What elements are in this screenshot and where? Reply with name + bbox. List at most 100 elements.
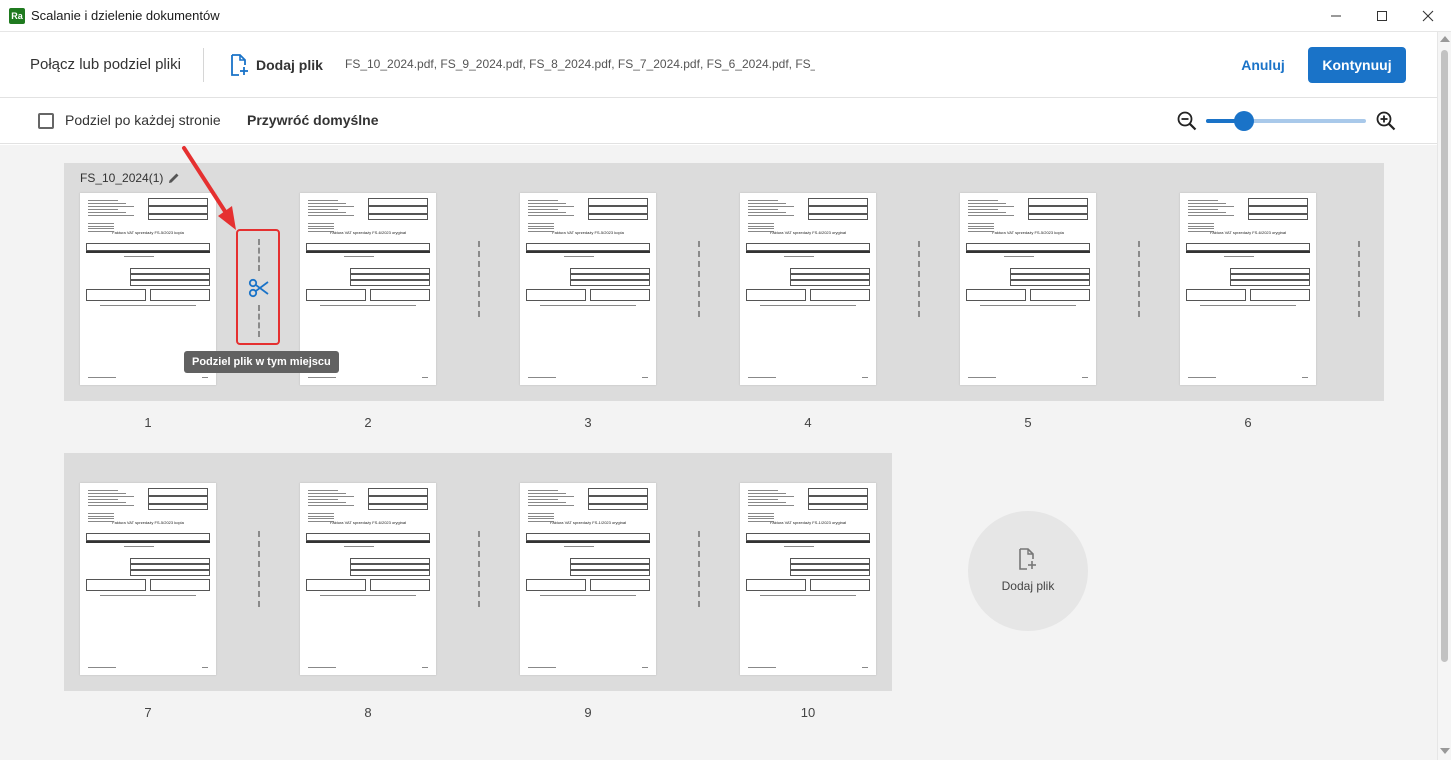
split-here-cutter[interactable] xyxy=(236,229,280,345)
page-number: 8 xyxy=(364,705,372,720)
thumbnail-detail xyxy=(308,228,334,229)
split-point[interactable] xyxy=(1358,241,1360,317)
thumbnail-detail xyxy=(88,499,118,500)
page-thumbnail[interactable]: Faktura VAT sprzedaży FS-6/2023 oryginał xyxy=(1180,193,1316,385)
thumbnail-detail xyxy=(528,513,554,514)
continue-button[interactable]: Kontynuuj xyxy=(1308,47,1406,83)
thumbnail-detail xyxy=(528,203,566,204)
thumbnail-detail xyxy=(810,289,870,301)
split-point[interactable] xyxy=(698,531,700,607)
split-line-top xyxy=(258,239,260,271)
page-thumbnail[interactable]: Faktura VAT sprzedaży FS-5/2023 kopia xyxy=(520,193,656,385)
thumbnail-detail xyxy=(1188,215,1234,216)
split-point[interactable] xyxy=(478,531,480,607)
window-title: Scalanie i dzielenie dokumentów xyxy=(31,8,220,23)
zoom-slider[interactable] xyxy=(1206,111,1366,131)
thumbnail-detail xyxy=(88,667,116,668)
thumbnail-detail xyxy=(968,215,1014,216)
thumbnail-detail xyxy=(202,377,208,378)
thumbnail-detail xyxy=(88,496,134,497)
thumbnail-detail xyxy=(1030,289,1090,301)
thumbnail-detail xyxy=(88,209,118,210)
thumbnail-detail xyxy=(88,493,126,494)
split-point[interactable] xyxy=(1138,241,1140,317)
thumbnail-detail xyxy=(150,579,210,591)
scroll-down-arrow-icon[interactable] xyxy=(1440,748,1450,754)
thumbnail-detail xyxy=(748,490,778,491)
thumbnail-detail xyxy=(748,206,794,207)
zoom-slider-thumb[interactable] xyxy=(1234,111,1254,131)
page-number: 4 xyxy=(804,415,812,430)
split-point[interactable] xyxy=(258,531,260,607)
thumbnail-detail xyxy=(528,230,554,232)
reset-defaults-button[interactable]: Przywróć domyślne xyxy=(247,112,379,128)
thumbnail-detail xyxy=(528,215,574,216)
cancel-button[interactable]: Anuluj xyxy=(1234,48,1292,82)
thumbnail-detail xyxy=(100,595,196,596)
page-thumbnail[interactable]: Faktura VAT sprzedaży FS-6/2023 oryginał xyxy=(300,483,436,675)
thumbnail-detail xyxy=(968,225,994,227)
page-thumbnail[interactable]: Faktura VAT sprzedaży FS-1/2023 oryginał xyxy=(740,483,876,675)
thumbnail-detail xyxy=(528,518,554,519)
add-file-button[interactable]: Dodaj plik xyxy=(229,52,323,78)
thumbnail-detail xyxy=(968,203,1006,204)
vertical-scrollbar[interactable] xyxy=(1437,32,1451,760)
thumbnail-detail xyxy=(748,513,774,514)
page-thumbnail[interactable]: Faktura VAT sprzedaży FS-6/2023 oryginał xyxy=(740,193,876,385)
thumbnail-detail xyxy=(148,504,208,510)
thumbnail-detail xyxy=(748,225,774,227)
maximize-button[interactable] xyxy=(1359,0,1405,32)
page-thumbnail[interactable]: Faktura VAT sprzedaży FS-5/2023 kopia xyxy=(960,193,1096,385)
zoom-out-icon[interactable] xyxy=(1176,110,1198,132)
thumbnail-detail xyxy=(748,502,786,503)
thumbnail-detail xyxy=(540,595,636,596)
split-point[interactable] xyxy=(918,241,920,317)
page-number: 9 xyxy=(584,705,592,720)
dialog-header: Połącz lub podziel pliki Dodaj plik FS_1… xyxy=(0,32,1437,98)
scrollbar-thumb[interactable] xyxy=(1441,50,1448,662)
thumbnail-detail xyxy=(1224,256,1254,257)
thumbnail-detail xyxy=(748,209,778,210)
thumbnail-detail xyxy=(528,206,574,207)
close-button[interactable] xyxy=(1405,0,1451,32)
thumbnail-detail xyxy=(88,513,114,514)
page-thumbnail[interactable]: Faktura VAT sprzedaży FS-1/2023 oryginał xyxy=(520,483,656,675)
split-point[interactable] xyxy=(478,241,480,317)
app-logo-icon: Ra xyxy=(9,8,25,24)
thumbnail-detail xyxy=(88,228,114,229)
thumbnail-detail xyxy=(88,203,126,204)
thumbnail-detail xyxy=(564,256,594,257)
thumbnail-detail xyxy=(528,493,566,494)
split-each-page-checkbox[interactable] xyxy=(38,113,54,129)
zoom-in-icon[interactable] xyxy=(1375,110,1397,132)
thumbnail-detail xyxy=(748,499,778,500)
minimize-button[interactable] xyxy=(1313,0,1359,32)
split-each-page-label[interactable]: Podziel po każdej stronie xyxy=(65,112,221,128)
thumbnail-detail xyxy=(968,228,994,229)
thumbnail-detail xyxy=(308,499,338,500)
thumbnail-detail xyxy=(966,289,1026,301)
thumbnail-detail xyxy=(1248,198,1308,206)
thumbnail-detail xyxy=(86,289,146,301)
split-point[interactable] xyxy=(698,241,700,317)
thumbnail-detail xyxy=(370,289,430,301)
add-file-tile[interactable]: Dodaj plik xyxy=(968,511,1088,631)
thumbnail-detail xyxy=(308,377,336,378)
thumbnail-detail xyxy=(790,280,870,286)
thumbnail-detail xyxy=(528,502,566,503)
thumbnail-detail xyxy=(784,546,814,547)
thumbnail-detail xyxy=(968,230,994,232)
thumbnail-detail xyxy=(422,667,428,668)
thumbnail-detail xyxy=(642,667,648,668)
scissors-icon xyxy=(248,278,269,298)
thumbnail-detail xyxy=(1028,206,1088,214)
page-thumbnail[interactable]: Faktura VAT sprzedaży FS-5/2023 kopia xyxy=(80,483,216,675)
dialog-title: Połącz lub podziel pliki xyxy=(30,56,181,73)
thumbnail-detail xyxy=(1188,223,1214,224)
scroll-up-arrow-icon[interactable] xyxy=(1440,36,1450,42)
split-tooltip: Podziel plik w tym miejscu xyxy=(184,351,339,373)
thumbnail-detail xyxy=(308,200,338,201)
thumbnail-detail xyxy=(368,214,428,220)
thumbnail-detail xyxy=(528,212,566,213)
thumbnail-detail xyxy=(88,225,114,227)
